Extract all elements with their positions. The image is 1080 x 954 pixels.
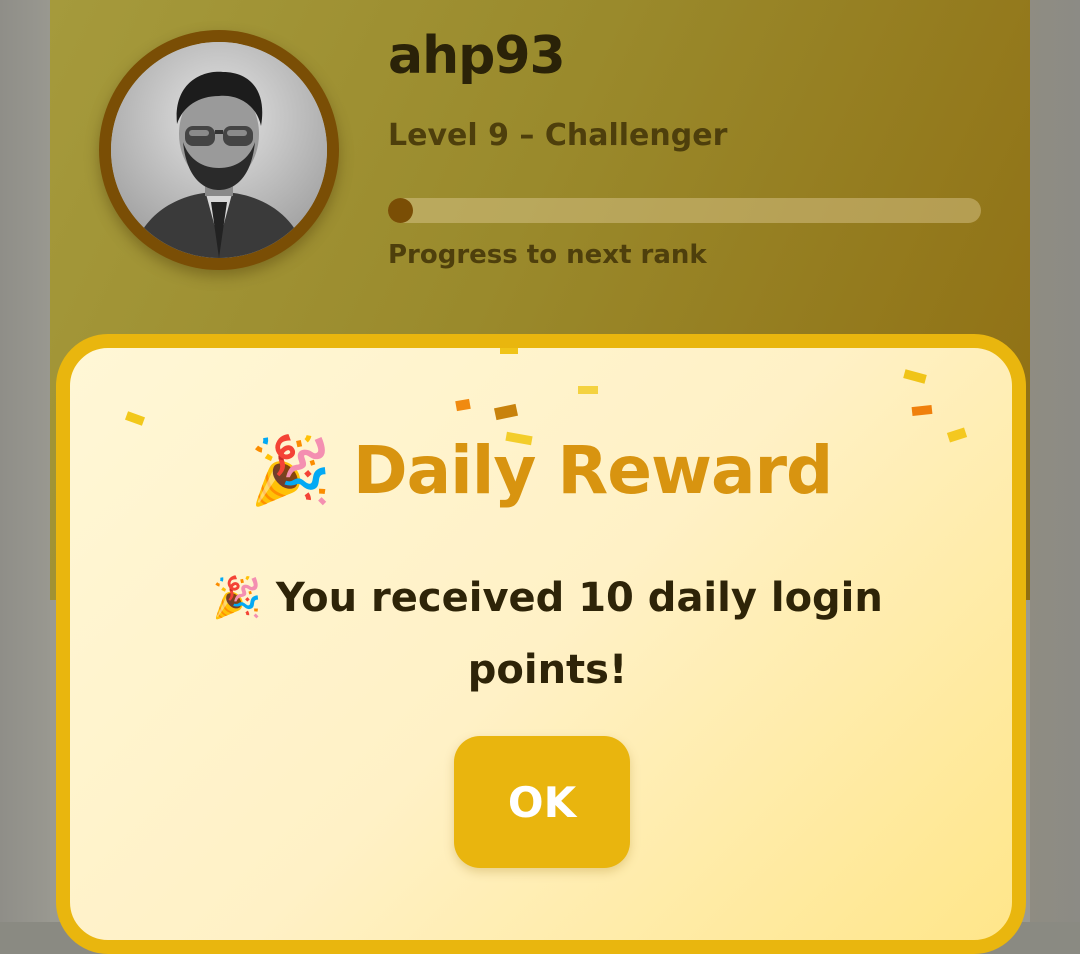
avatar — [111, 42, 327, 258]
dialog-message: 🎉 You received 10 daily login points! — [190, 562, 905, 706]
rank-progress-fill — [388, 198, 413, 223]
avatar-frame — [99, 30, 339, 270]
dialog-title: 🎉 Daily Reward — [70, 432, 1012, 510]
username: ahp93 — [388, 26, 566, 86]
level-label: Level 9 – Challenger — [388, 118, 728, 153]
ok-button[interactable]: OK — [454, 736, 630, 868]
screen-edge-left — [0, 0, 50, 922]
screen-edge-right — [1030, 0, 1080, 922]
dialog-title-text: Daily Reward — [352, 432, 833, 509]
party-popper-icon: 🎉 — [212, 575, 262, 621]
avatar-photo — [111, 42, 327, 258]
daily-reward-dialog: 🎉 Daily Reward 🎉 You received 10 daily l… — [56, 334, 1026, 954]
rank-progress-bar — [388, 198, 981, 223]
dialog-message-text: You received 10 daily login points! — [275, 575, 883, 693]
party-popper-icon: 🎉 — [249, 432, 332, 509]
progress-caption: Progress to next rank — [388, 240, 707, 270]
